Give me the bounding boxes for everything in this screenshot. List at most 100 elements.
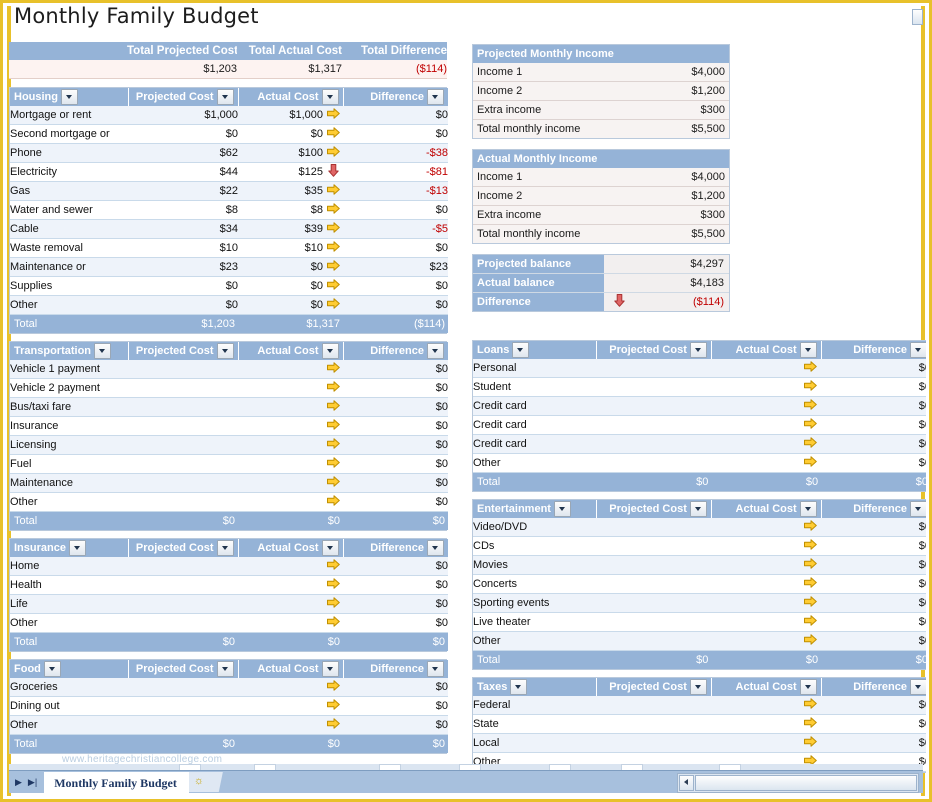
table-row[interactable]: Cable $34 $39 -$5	[10, 219, 448, 239]
cell-projected-cost[interactable]	[128, 473, 238, 493]
cell-projected-cost[interactable]	[596, 593, 712, 613]
header-projected-cost[interactable]: Projected Cost	[596, 341, 712, 359]
income-row[interactable]: Total monthly income $5,500	[473, 224, 729, 243]
table-row[interactable]: Live theater $0	[473, 612, 926, 632]
category-header-food[interactable]: Food	[10, 660, 129, 678]
cell-actual-cost[interactable]	[238, 594, 323, 614]
header-projected-cost[interactable]: Projected Cost	[128, 88, 239, 106]
table-row[interactable]: Bus/taxi fare $0	[10, 397, 448, 417]
filter-entertainment-projected[interactable]	[689, 501, 707, 517]
header-difference[interactable]: Difference	[343, 342, 448, 360]
table-row[interactable]: Second mortgage or $0 $0 $0	[10, 124, 448, 144]
cell-projected-cost[interactable]	[128, 492, 238, 512]
cell-actual-cost[interactable]	[238, 360, 323, 379]
cell-actual-cost[interactable]: $8	[238, 200, 323, 220]
cell-actual-cost[interactable]	[711, 714, 801, 734]
cell-projected-cost[interactable]	[596, 536, 712, 556]
insert-worksheet-tab[interactable]: ☼	[188, 772, 223, 792]
horizontal-scrollbar[interactable]	[677, 773, 919, 793]
table-row[interactable]: Credit card $0	[473, 434, 926, 454]
filter-insurance-difference[interactable]	[427, 540, 444, 556]
header-actual-cost[interactable]: Actual Cost	[711, 678, 822, 696]
filter-entertainment-difference[interactable]	[910, 501, 926, 517]
table-row[interactable]: Student $0	[473, 377, 926, 397]
cell-actual-cost[interactable]	[238, 715, 323, 735]
table-row[interactable]: Video/DVD $0	[473, 518, 926, 537]
cell-actual-cost[interactable]	[711, 593, 801, 613]
vertical-scrollbar-up-button[interactable]	[912, 9, 923, 25]
cell-actual-cost[interactable]	[711, 631, 801, 651]
header-difference[interactable]: Difference	[821, 678, 926, 696]
header-difference[interactable]: Difference	[343, 88, 448, 106]
cell-actual-cost[interactable]: $100	[238, 143, 323, 163]
table-row[interactable]: Other $0 $0 $0	[10, 295, 448, 315]
cell-projected-cost[interactable]	[596, 415, 712, 435]
cell-actual-cost[interactable]	[238, 678, 323, 697]
cell-actual-cost[interactable]	[238, 575, 323, 595]
cell-actual-cost[interactable]	[238, 416, 323, 436]
filter-loans-category[interactable]	[512, 342, 530, 358]
category-header-taxes[interactable]: Taxes	[473, 678, 597, 696]
table-row[interactable]: Sporting events $0	[473, 593, 926, 613]
cell-projected-cost[interactable]: $23	[128, 257, 238, 277]
filter-transportation-difference[interactable]	[427, 343, 444, 359]
filter-insurance-category[interactable]	[68, 540, 86, 556]
table-row[interactable]: Water and sewer $8 $8 $0	[10, 200, 448, 220]
cell-projected-cost[interactable]	[128, 715, 238, 735]
filter-food-actual[interactable]	[321, 661, 339, 677]
filter-insurance-projected[interactable]	[216, 540, 234, 556]
table-row[interactable]: State $0	[473, 714, 926, 734]
cell-projected-cost[interactable]	[128, 435, 238, 455]
cell-actual-cost[interactable]	[238, 454, 323, 474]
income-row[interactable]: Income 1 $4,000	[473, 168, 729, 187]
scroll-left-button[interactable]	[679, 775, 694, 791]
cell-projected-cost[interactable]: $0	[128, 124, 238, 144]
cell-projected-cost[interactable]	[596, 396, 712, 416]
income-value[interactable]: $5,500	[634, 224, 729, 243]
cell-actual-cost[interactable]	[711, 359, 801, 378]
filter-housing-category[interactable]	[61, 89, 78, 105]
header-projected-cost[interactable]: Projected Cost	[128, 660, 239, 678]
filter-taxes-projected[interactable]	[689, 679, 707, 695]
table-row[interactable]: Home $0	[10, 557, 448, 576]
table-row[interactable]: Local $0	[473, 733, 926, 753]
table-row[interactable]: Vehicle 1 payment $0	[10, 360, 448, 379]
cell-actual-cost[interactable]: $10	[238, 238, 323, 258]
cell-projected-cost[interactable]: $10	[128, 238, 238, 258]
income-row[interactable]: Income 1 $4,000	[473, 63, 729, 82]
table-row[interactable]: Credit card $0	[473, 415, 926, 435]
table-row[interactable]: Mortgage or rent $1,000 $1,000 $0	[10, 106, 448, 125]
cell-actual-cost[interactable]	[711, 415, 801, 435]
cell-actual-cost[interactable]: $1,000	[238, 106, 323, 125]
cell-projected-cost[interactable]	[128, 557, 238, 576]
filter-food-category[interactable]	[43, 661, 61, 677]
cell-actual-cost[interactable]	[238, 557, 323, 576]
cell-projected-cost[interactable]: $34	[128, 219, 238, 239]
table-row[interactable]: Federal $0	[473, 696, 926, 715]
income-row[interactable]: Extra income $300	[473, 205, 729, 225]
income-row[interactable]: Income 2 $1,200	[473, 186, 729, 206]
table-row[interactable]: Other $0	[10, 492, 448, 512]
cell-actual-cost[interactable]	[711, 453, 801, 473]
cell-actual-cost[interactable]: $125	[238, 162, 323, 182]
cell-actual-cost[interactable]	[711, 612, 801, 632]
filter-taxes-difference[interactable]	[910, 679, 926, 695]
income-row[interactable]: Income 2 $1,200	[473, 81, 729, 101]
cell-actual-cost[interactable]	[238, 435, 323, 455]
table-row[interactable]: CDs $0	[473, 536, 926, 556]
table-row[interactable]: Other $0	[473, 453, 926, 473]
table-row[interactable]: Dining out $0	[10, 696, 448, 716]
cell-actual-cost[interactable]	[711, 555, 801, 575]
cell-actual-cost[interactable]	[238, 492, 323, 512]
cell-projected-cost[interactable]	[128, 378, 238, 398]
income-value[interactable]: $300	[634, 205, 729, 225]
filter-loans-projected[interactable]	[689, 342, 707, 358]
cell-projected-cost[interactable]	[128, 454, 238, 474]
cell-actual-cost[interactable]: $39	[238, 219, 323, 239]
table-row[interactable]: Personal $0	[473, 359, 926, 378]
table-row[interactable]: Health $0	[10, 575, 448, 595]
header-actual-cost[interactable]: Actual Cost	[711, 500, 822, 518]
category-header-entertainment[interactable]: Entertainment	[473, 500, 597, 518]
cell-projected-cost[interactable]	[596, 574, 712, 594]
table-row[interactable]: Movies $0	[473, 555, 926, 575]
